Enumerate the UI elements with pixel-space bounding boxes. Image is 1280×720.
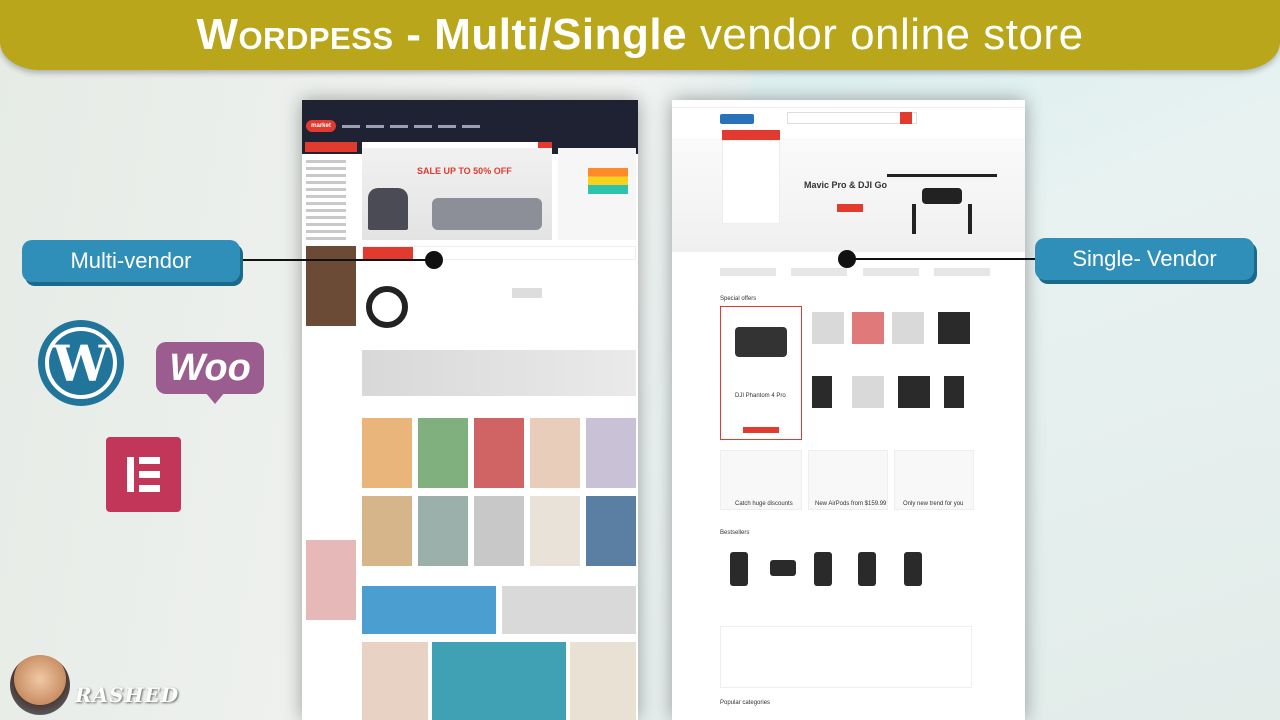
a-towel-banner [362,350,636,396]
b-features [720,268,990,280]
b-promo-box: Only new trend for you [894,450,974,510]
a-nav [342,124,480,128]
a-side-image [306,246,356,326]
b-bestsellers: Bestsellers [720,530,750,536]
b-product [852,312,884,344]
single-vendor-screenshot: Mavic Pro & DJI Go Special offers DJI Ph… [672,100,1025,720]
a-sidebar [306,156,356,716]
banner-title-part3: vendor online store [699,10,1084,59]
b-product [812,376,832,408]
b-product [944,376,964,408]
banner-title-part2: Multi/Single [434,10,688,59]
a-chair [368,188,408,230]
banner-title: Wordpess - Multi/Single vendor online st… [196,10,1083,60]
avatar [10,655,70,715]
b-search-icon [900,112,912,124]
b-best-item [730,552,748,586]
a-all-departments [305,142,357,152]
b-bottom-banner [720,626,972,688]
a-gift-strip [362,246,636,260]
b-promo3: Only new trend for you [903,501,964,507]
b-topbar [672,100,1025,108]
a-side-promo [558,148,636,240]
a-topbar [302,100,638,112]
multi-vendor-connector [240,259,434,261]
drone-image [882,158,1002,238]
title-banner: Wordpess - Multi/Single vendor online st… [0,0,1280,70]
elementor-icon [106,437,181,512]
multi-vendor-label: Multi-vendor [22,240,240,282]
multi-vendor-screenshot: market SALE UP TO 50% OFF [302,100,638,720]
woocommerce-logo-tail [205,392,225,404]
a-side-chair [306,540,356,620]
b-product [938,312,970,344]
b-logo [720,114,754,124]
a-promo-sale [502,586,636,634]
a-clock [366,286,408,328]
b-all-departments [722,130,780,140]
b-hero-button [837,204,863,212]
wordpress-logo: W [38,320,124,406]
b-promo2: New AirPods from $159.99 [815,501,887,507]
b-featured-name: DJI Phantom 4 Pro [735,393,786,399]
b-best-item [904,552,922,586]
wordpress-letter: W [45,327,117,399]
b-product [812,312,844,344]
b-special-offers: Special offers [720,296,757,302]
signature: RASHED [75,683,180,707]
a-pillows [588,168,628,194]
b-product [892,312,924,344]
b-department-menu [722,140,780,224]
multi-vendor-dot [425,251,443,269]
woocommerce-logo: Woo [156,342,264,394]
a-deals [362,282,636,332]
a-lamp [512,288,542,328]
a-promo-home [362,642,428,720]
single-vendor-dot [838,250,856,268]
a-sofa [432,198,542,230]
b-promo-box: Catch huge discounts [720,450,802,510]
a-hero: SALE UP TO 50% OFF [362,148,552,240]
a-logo: market [306,120,336,132]
a-promo-studio [432,642,566,720]
b-shop-now [743,427,779,433]
b-product [852,376,884,408]
single-vendor-connector [848,258,1038,260]
banner-title-part1: Wordpess - [196,10,422,59]
b-promo1: Catch huge discounts [735,501,793,507]
single-vendor-label: Single- Vendor [1035,238,1254,280]
b-best-item [814,552,832,586]
a-promo-towel [570,642,636,720]
a-promo-weekend [362,586,496,634]
b-promo-box: New AirPods from $159.99 [808,450,888,510]
b-best-item [858,552,876,586]
a-header: market [302,112,638,140]
a-product-grid [362,418,636,568]
b-hero-title: Mavic Pro & DJI Go [804,180,888,190]
b-featured-card: DJI Phantom 4 Pro [720,306,802,440]
b-best-item [770,560,796,576]
b-product [898,376,930,408]
b-popular-categories: Popular categories [720,700,771,706]
b-search [787,112,917,124]
a-hero-sale: SALE UP TO 50% OFF [417,166,512,176]
b-drone-thumb [735,327,787,357]
